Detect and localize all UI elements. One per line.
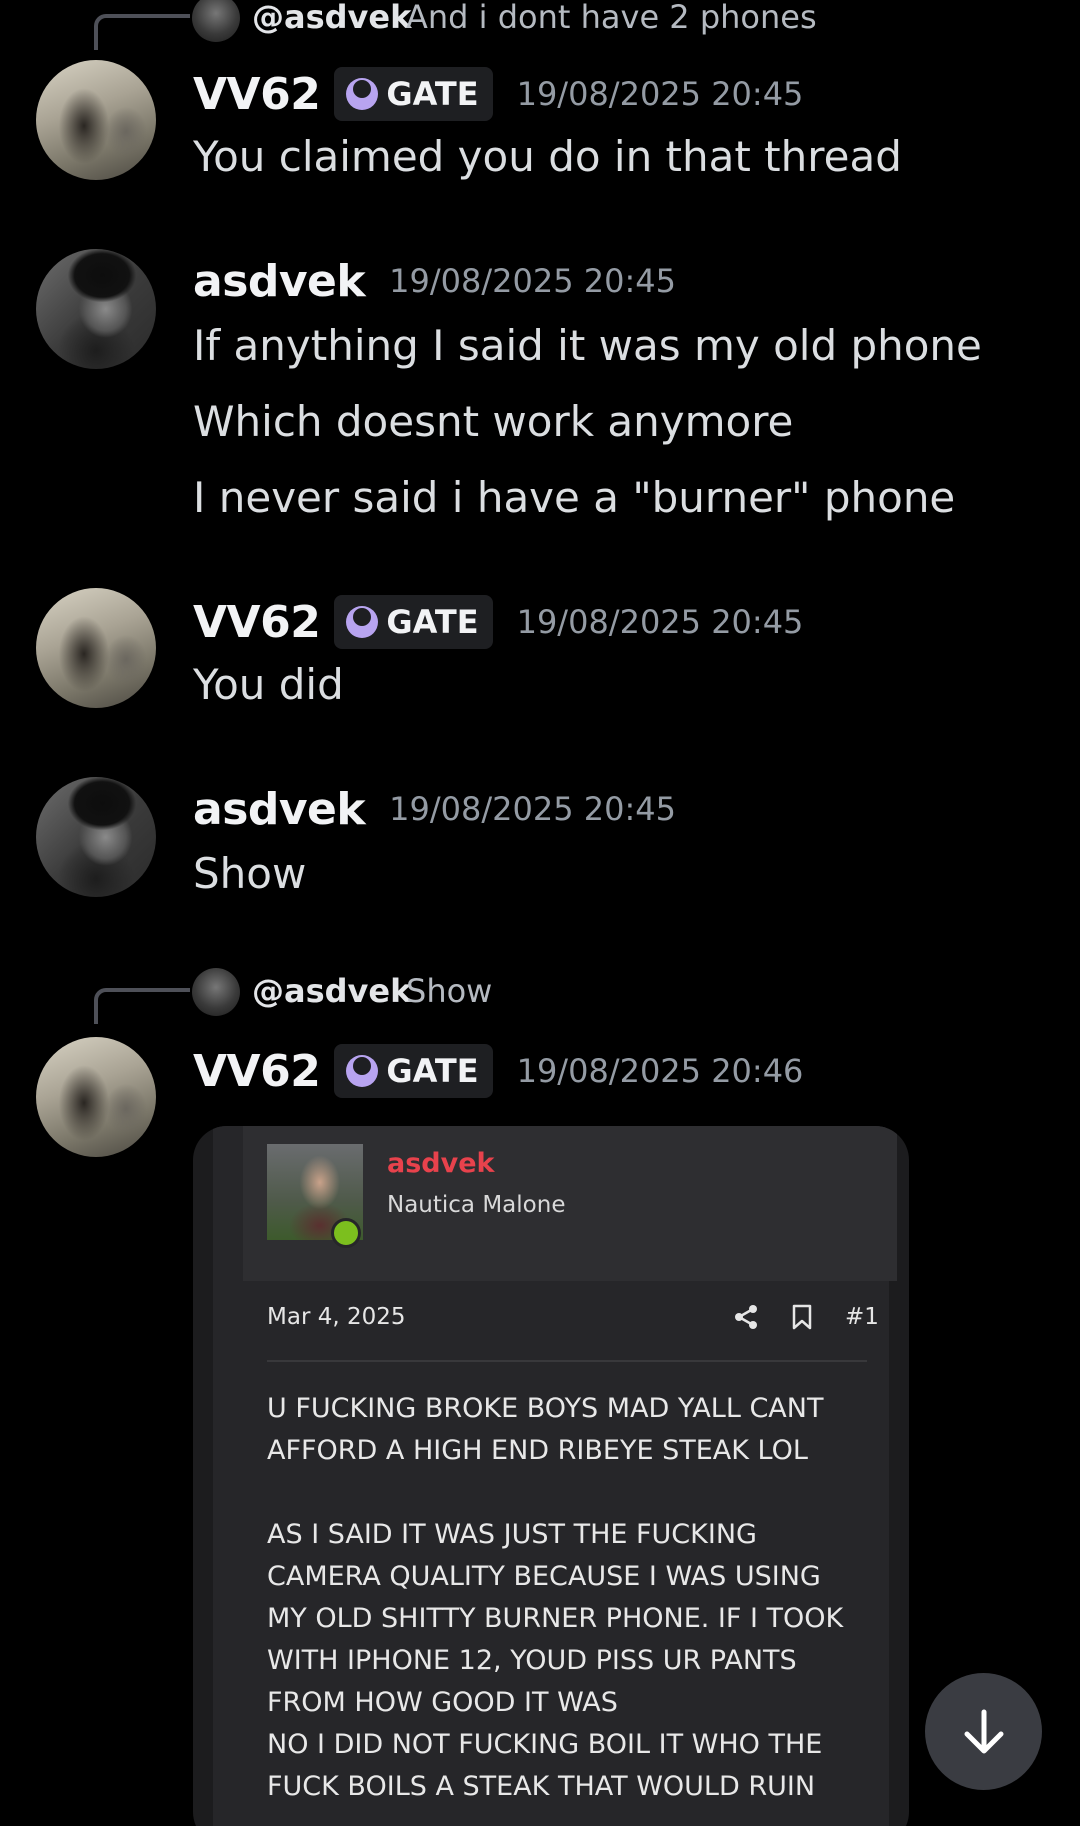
avatar[interactable] [36,1037,156,1157]
guild-tag[interactable]: GATE [334,1044,493,1098]
message-text: I never said i have a "burner" phone [193,473,956,522]
post-line: AFFORD A HIGH END RIBEYE STEAK LOL [267,1435,808,1466]
post-line: FROM HOW GOOD IT WAS [267,1687,618,1718]
guild-tag-label: GATE [386,603,479,641]
forum-post: asdvek Nautica Malone Mar 4, 2025 #1 U F… [213,1126,897,1826]
reply-username[interactable]: @asdvek [252,0,411,36]
message-text: Show [193,849,307,898]
post-line: CAMERA QUALITY BECAUSE I WAS USING [267,1561,821,1592]
timestamp: 19/08/2025 20:45 [389,262,676,300]
post-username: asdvek [387,1148,495,1179]
message-text: You did [193,660,344,709]
image-attachment[interactable]: asdvek Nautica Malone Mar 4, 2025 #1 U F… [193,1126,909,1826]
guild-tag-label: GATE [386,1052,479,1090]
post-line: U FUCKING BROKE BOYS MAD YALL CANT [267,1393,824,1424]
message-header: asdvek 19/08/2025 20:45 [193,251,676,311]
guild-tag[interactable]: GATE [334,67,493,121]
post-line: MY OLD SHITTY BURNER PHONE. IF I TOOK [267,1603,844,1634]
reply-avatar [192,0,240,42]
gate-icon [346,606,379,638]
post-line: FUCK BOILS A STEAK THAT WOULD RUIN [267,1771,816,1802]
message-header: VV62 GATE 19/08/2025 20:45 [193,64,803,124]
bookmark-icon [792,1304,812,1330]
reply-spine [94,14,190,50]
timestamp: 19/08/2025 20:45 [516,603,804,641]
reply-username[interactable]: @asdvek [252,972,411,1010]
avatar[interactable] [36,249,156,369]
post-line: AS I SAID IT WAS JUST THE FUCKING [267,1519,757,1550]
post-number: #1 [845,1304,879,1330]
reply-text: Show [406,972,493,1010]
guild-tag-label: GATE [386,75,479,113]
message-text: Which doesnt work anymore [193,397,794,446]
post-paragraph: AS I SAID IT WAS JUST THE FUCKING CAMERA… [267,1514,887,1724]
jump-to-bottom-button[interactable] [925,1673,1042,1790]
post-line: NO I DID NOT FUCKING BOIL IT WHO THE [267,1729,823,1760]
timestamp: 19/08/2025 20:45 [516,75,804,113]
share-icon [735,1305,757,1329]
arrow-down-icon [964,1709,1003,1753]
reply-text: And i dont have 2 phones [406,0,817,36]
reply-preview[interactable]: @asdvek And i dont have 2 phones [0,0,1080,50]
post-user-title: Nautica Malone [387,1192,566,1218]
avatar[interactable] [36,588,156,708]
online-status-dot [331,1218,361,1248]
post-paragraph: U FUCKING BROKE BOYS MAD YALL CANT AFFOR… [267,1388,887,1472]
username[interactable]: VV62 [193,69,321,120]
avatar[interactable] [36,777,156,897]
reply-spine [94,988,190,1024]
reply-avatar [192,968,240,1016]
chat-screen: @asdvek And i dont have 2 phones VV62 GA… [0,0,1080,1826]
gate-icon [346,78,379,110]
post-line: WITH IPHONE 12, YOUD PISS UR PANTS [267,1645,797,1676]
gate-icon [346,1055,379,1087]
username[interactable]: asdvek [193,256,366,307]
timestamp: 19/08/2025 20:46 [516,1052,804,1090]
reply-preview[interactable]: @asdvek Show [0,966,1080,1024]
username[interactable]: VV62 [193,597,321,648]
username[interactable]: VV62 [193,1046,321,1097]
message-header: asdvek 19/08/2025 20:45 [193,779,676,839]
avatar[interactable] [36,60,156,180]
post-divider [267,1360,867,1362]
message-text: You claimed you do in that thread [193,132,902,181]
timestamp: 19/08/2025 20:45 [389,790,676,828]
post-date: Mar 4, 2025 [267,1304,406,1330]
username[interactable]: asdvek [193,784,366,835]
guild-tag[interactable]: GATE [334,595,493,649]
message-header: VV62 GATE 19/08/2025 20:45 [193,592,803,652]
message-header: VV62 GATE 19/08/2025 20:46 [193,1041,803,1101]
post-paragraph: NO I DID NOT FUCKING BOIL IT WHO THE FUC… [267,1724,887,1808]
message-text: If anything I said it was my old phone [193,321,982,370]
